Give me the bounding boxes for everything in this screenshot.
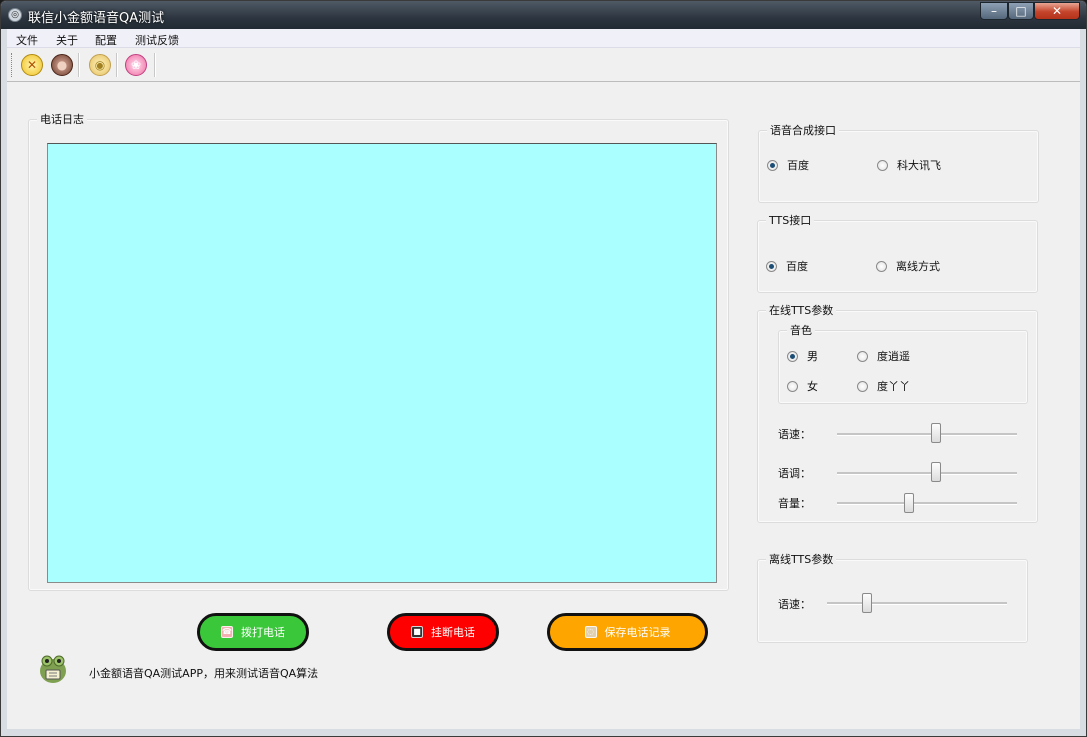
dial-button-label: 拨打电话 bbox=[241, 626, 285, 639]
radio-indicator bbox=[857, 380, 868, 392]
radio-label: 度丫丫 bbox=[877, 380, 910, 393]
radio-tts-baidu[interactable]: 百度 bbox=[766, 258, 808, 274]
hangup-button[interactable]: ■ 挂断电话 bbox=[387, 613, 499, 651]
radio-voice-male[interactable]: 男 bbox=[787, 348, 818, 364]
radio-indicator bbox=[787, 350, 798, 362]
radio-indicator bbox=[876, 260, 887, 272]
voice-group: 音色 男 度逍遥 女 度丫丫 bbox=[778, 324, 1028, 404]
speech-synthesis-group: 语音合成接口 百度 科大讯飞 bbox=[758, 124, 1039, 203]
maximize-button[interactable]: □ bbox=[1008, 2, 1034, 20]
speed-slider[interactable] bbox=[931, 423, 941, 443]
menu-about[interactable]: 关于 bbox=[56, 32, 78, 48]
volume-label: 音量： bbox=[778, 497, 811, 510]
menu-bar: 文件 关于 配置 测试反馈 bbox=[7, 29, 1080, 48]
offline-tts-params-group: 离线TTS参数 语速： bbox=[757, 553, 1028, 643]
radio-voice-duxiaoyao[interactable]: 度逍遥 bbox=[857, 348, 910, 364]
toolbar: ✕ ● ◉ ❀ bbox=[7, 48, 1080, 82]
radio-label: 离线方式 bbox=[896, 260, 940, 273]
menu-file[interactable]: 文件 bbox=[16, 32, 38, 48]
phone-icon: ☎ bbox=[221, 626, 233, 638]
coin-icon[interactable]: ◉ bbox=[89, 54, 111, 76]
radio-indicator bbox=[787, 380, 798, 392]
radio-indicator bbox=[857, 350, 868, 362]
radio-indicator bbox=[766, 260, 777, 272]
menu-config[interactable]: 配置 bbox=[95, 32, 117, 48]
tts-interface-group: TTS接口 百度 离线方式 bbox=[757, 214, 1038, 293]
toolbar-grip[interactable] bbox=[11, 53, 14, 77]
hangup-button-label: 挂断电话 bbox=[431, 626, 475, 639]
pink-chat-icon[interactable]: ❀ bbox=[125, 54, 147, 76]
volume-track bbox=[837, 502, 1017, 505]
radio-label: 女 bbox=[807, 380, 818, 393]
app-icon: ◎ bbox=[8, 8, 22, 22]
pitch-track bbox=[837, 472, 1017, 475]
save-icon: ◌ bbox=[584, 626, 597, 638]
radio-voice-duyaya[interactable]: 度丫丫 bbox=[857, 378, 910, 394]
radio-label: 度逍遥 bbox=[877, 350, 910, 363]
speed-track bbox=[837, 433, 1017, 436]
phone-log-textbox[interactable] bbox=[47, 143, 717, 583]
client-area: 文件 关于 配置 测试反馈 ✕ ● ◉ ❀ 电话日志 语音合成接口 百度 科大讯… bbox=[7, 29, 1080, 729]
toolbar-separator bbox=[116, 53, 118, 77]
pitch-slider[interactable] bbox=[931, 462, 941, 482]
app-window: ◎ 联信小金额语音QA测试 – □ ✕ 文件 关于 配置 测试反馈 ✕ ● ◉ … bbox=[0, 0, 1087, 737]
radio-voice-female[interactable]: 女 bbox=[787, 378, 818, 394]
title-bar[interactable]: ◎ 联信小金额语音QA测试 – □ ✕ bbox=[1, 1, 1086, 29]
radio-label: 男 bbox=[807, 350, 818, 363]
save-records-button[interactable]: ◌ 保存电话记录 bbox=[547, 613, 708, 651]
hangup-icon: ■ bbox=[411, 626, 423, 638]
online-tts-params-group: 在线TTS参数 音色 男 度逍遥 女 度丫丫 语速： 语调： 音量： bbox=[757, 304, 1038, 523]
record-icon[interactable]: ● bbox=[51, 54, 73, 76]
offline-tts-params-label: 离线TTS参数 bbox=[766, 553, 837, 566]
online-tts-params-label: 在线TTS参数 bbox=[766, 304, 837, 317]
tts-interface-label: TTS接口 bbox=[766, 214, 815, 227]
footer-description: 小金额语音QA测试APP，用来测试语音QA算法 bbox=[89, 667, 319, 680]
radio-indicator bbox=[767, 159, 778, 171]
radio-synth-baidu[interactable]: 百度 bbox=[767, 157, 809, 173]
radio-label: 科大讯飞 bbox=[897, 159, 941, 172]
offline-speed-slider[interactable] bbox=[861, 593, 872, 613]
radio-tts-offline[interactable]: 离线方式 bbox=[876, 258, 940, 274]
speech-synthesis-label: 语音合成接口 bbox=[767, 124, 839, 137]
close-circle-icon[interactable]: ✕ bbox=[21, 54, 43, 76]
phone-log-label: 电话日志 bbox=[37, 113, 87, 126]
offline-speed-label: 语速： bbox=[778, 598, 811, 611]
speed-label: 语速： bbox=[778, 428, 811, 441]
toolbar-separator bbox=[78, 53, 80, 77]
toolbar-separator bbox=[154, 53, 156, 77]
mascot-icon bbox=[40, 655, 66, 683]
radio-indicator bbox=[877, 159, 888, 171]
offline-speed-track bbox=[827, 602, 1007, 605]
save-button-label: 保存电话记录 bbox=[604, 626, 671, 639]
minimize-button[interactable]: – bbox=[980, 2, 1008, 20]
volume-slider[interactable] bbox=[904, 493, 914, 513]
radio-synth-iflytek[interactable]: 科大讯飞 bbox=[877, 157, 941, 173]
close-button[interactable]: ✕ bbox=[1034, 2, 1080, 20]
dial-button[interactable]: ☎ 拨打电话 bbox=[197, 613, 309, 651]
window-title: 联信小金额语音QA测试 bbox=[28, 11, 165, 26]
radio-label: 百度 bbox=[787, 159, 809, 172]
radio-label: 百度 bbox=[786, 260, 808, 273]
voice-label: 音色 bbox=[787, 324, 815, 337]
pitch-label: 语调： bbox=[778, 467, 811, 480]
menu-feedback[interactable]: 测试反馈 bbox=[135, 32, 179, 48]
